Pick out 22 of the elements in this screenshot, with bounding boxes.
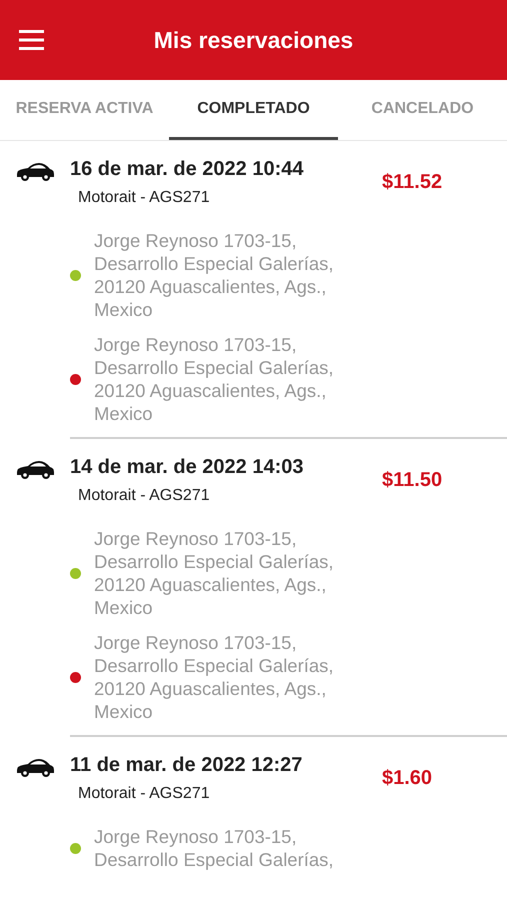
vehicle-label: Motorait - AGS271 (78, 785, 211, 803)
address: Jorge Reynoso 1703-15, Desarrollo Especial Galerías, 20120 Aguascalientes, Ags., Mexico (94, 229, 334, 321)
address: Jorge Reynoso 1703-15, Desarrollo Especial Galerías, 20120 Aguascalientes, Ags., Mexico (94, 333, 334, 425)
reservation-date: 14 de mar. de 2022 14:03 (70, 455, 304, 480)
reservation-date: 16 de mar. de 2022 10:44 (70, 157, 304, 182)
tab[interactable]: CANCELADO (338, 80, 507, 140)
screen-title: Mis reservaciones (152, 26, 354, 54)
reservation-date: 11 de mar. de 2022 12:27 (70, 753, 304, 778)
vehicle-label: Motorait - AGS271 (78, 189, 211, 207)
menu-icon[interactable] (18, 28, 46, 52)
address: Jorge Reynoso 1703-15, Desarrollo Especial Galerías, (94, 825, 334, 871)
tab[interactable]: COMPLETADO (169, 80, 338, 140)
car-icon (15, 757, 55, 779)
car-icon (15, 161, 55, 183)
address: Jorge Reynoso 1703-15, Desarrollo Especial Galerías, 20120 Aguascalientes, Ags., Mexico (94, 631, 334, 723)
tab[interactable]: RESERVA ACTIVA (0, 80, 169, 140)
price: $11.52 (382, 170, 444, 194)
vehicle-label: Motorait - AGS271 (78, 487, 211, 505)
price: $11.50 (382, 468, 444, 492)
address: Jorge Reynoso 1703-15, Desarrollo Especial Galerías, 20120 Aguascalientes, Ags., Mexico (94, 527, 334, 619)
price: $1.60 (382, 766, 434, 790)
car-icon (15, 459, 55, 481)
